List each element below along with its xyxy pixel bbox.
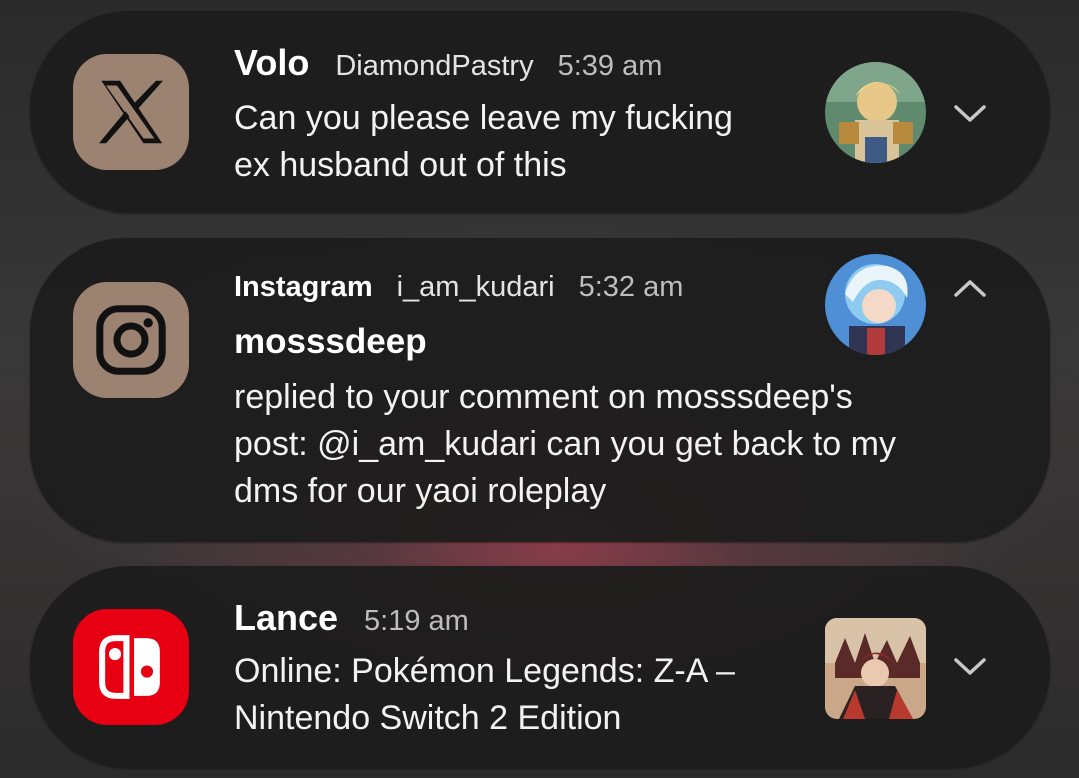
notification-card-instagram[interactable]: Instagram i_am_kudari 5:32 am mosssdeep … <box>30 238 1050 542</box>
body-line: dms for our yaoi roleplay <box>234 472 607 510</box>
notification-header: Lance 5:19 am <box>234 597 469 639</box>
avatar <box>825 618 926 719</box>
chevron-down-icon[interactable] <box>946 90 994 138</box>
notification-time: 5:32 am <box>578 271 684 303</box>
sender-name: Volo <box>234 42 310 83</box>
instagram-icon <box>73 282 189 398</box>
sender-name: Lance <box>234 597 339 638</box>
notification-card-switch[interactable]: Lance 5:19 am Online: Pokémon Legends: Z… <box>30 566 1050 768</box>
notification-header: Instagram i_am_kudari 5:32 am <box>234 271 683 304</box>
body-line: ex husband out of this <box>234 146 567 184</box>
body-line: Can you please leave my fucking <box>234 99 733 137</box>
notification-header: Volo DiamondPastry 5:39 am <box>234 42 662 84</box>
body-line: replied to your comment on mosssdeep's <box>234 378 853 416</box>
chevron-down-icon[interactable] <box>946 643 994 691</box>
notification-card-x[interactable]: Volo DiamondPastry 5:39 am Can you pleas… <box>30 11 1050 213</box>
sender-handle: DiamondPastry <box>335 50 534 82</box>
x-twitter-icon <box>73 54 189 170</box>
notification-time: 5:39 am <box>557 50 663 82</box>
chevron-up-icon[interactable] <box>946 264 994 312</box>
notification-body: Online: Pokémon Legends: Z-A – Nintendo … <box>234 648 735 742</box>
notification-title: mosssdeep <box>234 322 427 361</box>
avatar <box>825 254 926 355</box>
body-line: Nintendo Switch 2 Edition <box>234 699 622 737</box>
account-name: i_am_kudari <box>396 271 555 303</box>
avatar <box>825 62 926 163</box>
body-line: Online: Pokémon Legends: Z-A – <box>234 652 735 690</box>
app-name: Instagram <box>234 271 373 303</box>
notification-body: Can you please leave my fucking ex husba… <box>234 95 733 189</box>
notification-body: replied to your comment on mosssdeep's p… <box>234 374 896 515</box>
nintendo-switch-icon <box>73 609 189 725</box>
body-line: post: @i_am_kudari can you get back to m… <box>234 425 896 463</box>
notification-time: 5:19 am <box>364 605 469 637</box>
